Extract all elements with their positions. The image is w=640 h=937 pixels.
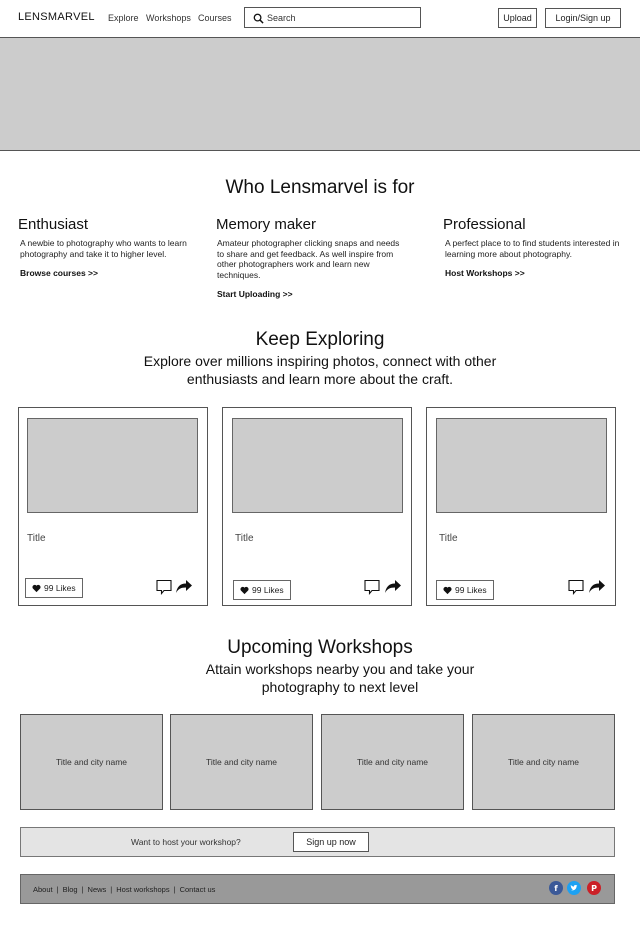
footer: About | Blog | News | Host workshops | C… <box>20 874 615 904</box>
footer-link-news[interactable]: News <box>88 885 107 894</box>
like-count: 99 Likes <box>252 585 284 595</box>
host-workshop-banner: Want to host your workshop? Sign up now <box>20 827 615 857</box>
nav-workshops[interactable]: Workshops <box>146 13 191 23</box>
workshop-tile[interactable]: Title and city name <box>170 714 313 810</box>
photo-title: Title <box>235 533 254 544</box>
like-count: 99 Likes <box>455 585 487 595</box>
audience-text-enthusiast: A newbie to photography who wants to lea… <box>20 238 187 259</box>
workshops-section-subtitle: Attain workshops nearby you and take you… <box>205 661 475 695</box>
upload-button[interactable]: Upload <box>498 8 537 28</box>
workshop-tile[interactable]: Title and city name <box>472 714 615 810</box>
footer-link-blog[interactable]: Blog <box>63 885 78 894</box>
footer-link-host-workshops[interactable]: Host workshops <box>116 885 169 894</box>
facebook-icon[interactable]: f <box>549 881 563 895</box>
comment-icon[interactable] <box>156 579 172 595</box>
search-box[interactable] <box>244 7 421 28</box>
audience-section-title: Who Lensmarvel is for <box>225 177 415 198</box>
hero-banner-image <box>0 38 640 151</box>
audience-heading-enthusiast: Enthusiast <box>18 216 89 233</box>
photo-card[interactable]: Title 99 Likes <box>18 407 208 606</box>
like-button[interactable]: 99 Likes <box>233 580 291 600</box>
top-nav-bar: LENSMARVEL Explore Workshops Courses Upl… <box>0 0 640 38</box>
login-signup-button[interactable]: Login/Sign up <box>545 8 621 28</box>
heart-icon <box>32 584 41 592</box>
explore-section-subtitle: Explore over millions inspiring photos, … <box>143 353 497 387</box>
footer-separator: | <box>110 885 113 894</box>
host-workshops-link[interactable]: Host Workshops >> <box>445 268 525 278</box>
site-logo[interactable]: LENSMARVEL <box>18 11 95 23</box>
comment-icon[interactable] <box>568 579 584 595</box>
share-icon[interactable] <box>175 579 193 595</box>
photo-title: Title <box>27 533 46 544</box>
audience-heading-professional: Professional <box>443 216 526 233</box>
like-count: 99 Likes <box>44 583 76 593</box>
host-workshop-text: Want to host your workshop? <box>131 837 241 847</box>
footer-link-contact-us[interactable]: Contact us <box>180 885 216 894</box>
nav-explore[interactable]: Explore <box>108 13 139 23</box>
workshops-section-title: Upcoming Workshops <box>227 637 413 658</box>
footer-links: About | Blog | News | Host workshops | C… <box>33 885 215 894</box>
photo-thumbnail[interactable] <box>232 418 403 513</box>
share-icon[interactable] <box>384 579 402 595</box>
heart-icon <box>443 586 452 594</box>
start-uploading-link[interactable]: Start Uploading >> <box>217 289 293 299</box>
audience-text-memory-maker: Amateur photographer clicking snaps and … <box>217 238 400 280</box>
like-button[interactable]: 99 Likes <box>436 580 494 600</box>
twitter-icon[interactable] <box>567 881 581 895</box>
footer-separator: | <box>81 885 84 894</box>
browse-courses-link[interactable]: Browse courses >> <box>20 268 98 278</box>
workshop-tile[interactable]: Title and city name <box>321 714 464 810</box>
share-icon[interactable] <box>588 579 606 595</box>
audience-text-professional: A perfect place to to find students inte… <box>445 238 620 259</box>
sign-up-now-button[interactable]: Sign up now <box>293 832 369 852</box>
workshop-tile[interactable]: Title and city name <box>20 714 163 810</box>
search-icon <box>253 13 264 24</box>
photo-thumbnail[interactable] <box>27 418 198 513</box>
explore-section-title: Keep Exploring <box>255 329 385 350</box>
pinterest-icon[interactable]: P <box>587 881 601 895</box>
heart-icon <box>240 586 249 594</box>
search-input[interactable] <box>267 10 417 25</box>
footer-separator: | <box>56 885 59 894</box>
photo-thumbnail[interactable] <box>436 418 607 513</box>
photo-card[interactable]: Title 99 Likes <box>222 407 412 606</box>
photo-title: Title <box>439 533 458 544</box>
twitter-bird-glyph <box>570 884 578 891</box>
nav-courses[interactable]: Courses <box>198 13 232 23</box>
footer-separator: | <box>173 885 176 894</box>
footer-link-about[interactable]: About <box>33 885 53 894</box>
comment-icon[interactable] <box>364 579 380 595</box>
audience-heading-memory-maker: Memory maker <box>216 216 317 233</box>
photo-card[interactable]: Title 99 Likes <box>426 407 616 606</box>
like-button[interactable]: 99 Likes <box>25 578 83 598</box>
